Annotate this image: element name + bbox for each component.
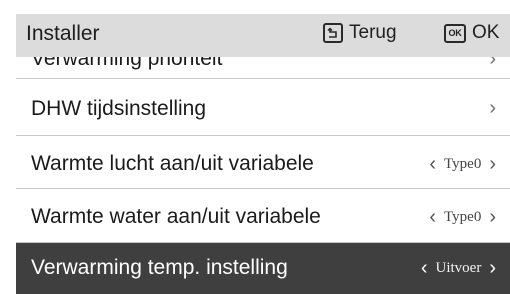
list-item-label: DHW tijdsinstelling [31, 97, 207, 120]
list-item-label: Warmte water aan/uit variabele [31, 205, 321, 228]
chevron-right-icon[interactable]: › [489, 153, 496, 176]
list-item-verwarming-temp-selected[interactable]: Verwarming temp. instelling ‹ Uitvoer › [16, 243, 510, 294]
list-item-label: Verwarming prioriteit [31, 57, 223, 70]
chevron-left-icon[interactable]: ‹ [421, 257, 428, 280]
list-item-label: Verwarming temp. instelling [31, 256, 288, 279]
back-return-icon [323, 23, 343, 43]
chevron-left-icon[interactable]: ‹ [429, 206, 436, 229]
chevron-right-icon[interactable]: › [489, 257, 496, 280]
list-item-warmte-lucht[interactable]: Warmte lucht aan/uit variabele ‹ Type0 › [16, 136, 510, 189]
selected-value: Type0 [444, 209, 482, 225]
list-item-label: Warmte lucht aan/uit variabele [31, 152, 314, 175]
selected-value: Type0 [444, 156, 482, 172]
header-bar: Installer Terug OK OK [16, 14, 510, 57]
chevron-right-icon: › [489, 97, 496, 119]
selected-value: Uitvoer [435, 260, 482, 276]
chevron-left-icon[interactable]: ‹ [429, 153, 436, 176]
ok-key-icon: OK [444, 23, 466, 43]
ok-label: OK [472, 22, 500, 43]
installer-screen: Installer Terug OK OK Verwarming priorit… [0, 0, 510, 294]
page-title: Installer [26, 22, 100, 45]
chevron-right-icon[interactable]: › [489, 206, 496, 229]
back-button[interactable]: Terug [323, 22, 397, 44]
settings-list: Verwarming prioriteit › DHW tijdsinstell… [16, 57, 510, 294]
list-item-warmte-water[interactable]: Warmte water aan/uit variabele ‹ Type0 › [16, 189, 510, 243]
ok-button[interactable]: OK OK [444, 22, 499, 44]
value-selector[interactable]: ‹ Uitvoer › [421, 257, 496, 280]
list-item-verwarming-prioriteit[interactable]: Verwarming prioriteit › [16, 57, 510, 79]
back-label: Terug [349, 22, 397, 43]
chevron-right-icon: › [489, 57, 496, 70]
value-selector[interactable]: ‹ Type0 › [429, 153, 496, 176]
list-item-dhw-tijdsinstelling[interactable]: DHW tijdsinstelling › [16, 79, 510, 136]
value-selector[interactable]: ‹ Type0 › [429, 206, 496, 229]
